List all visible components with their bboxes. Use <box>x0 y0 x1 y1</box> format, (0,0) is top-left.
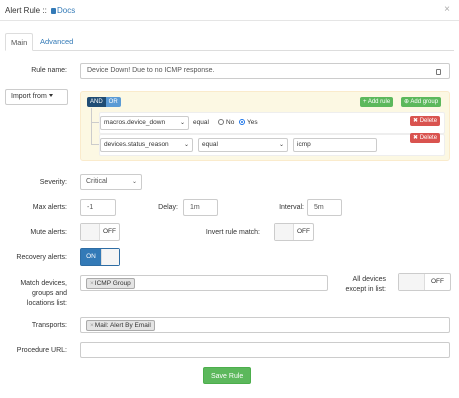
delay-value: 1m <box>190 204 200 211</box>
invert-rule-label: Invert rule match: <box>205 229 260 236</box>
tag-label: ICMP Group <box>94 280 131 287</box>
tab-advanced[interactable]: Advanced <box>35 33 78 51</box>
book-icon <box>51 8 57 14</box>
query-builder: AND OR + Add rule ⊕ Add group macros.dev… <box>80 91 450 161</box>
match-devices-label-line: locations list: <box>26 300 67 307</box>
interval-input[interactable]: 5m <box>307 199 342 216</box>
save-rule-button[interactable]: Save Rule <box>203 367 252 384</box>
docs-link[interactable]: Docs <box>57 6 75 15</box>
selected-tag: ×Mail: Alert By Email <box>86 320 155 331</box>
selected-tag: ×ICMP Group <box>86 278 135 289</box>
radio-no[interactable]: No <box>218 119 234 126</box>
procedure-url-label: Procedure URL: <box>16 347 67 354</box>
toggle-state: OFF <box>103 228 116 235</box>
delete-rule-button[interactable]: ✖ Delete <box>410 116 441 126</box>
mute-alerts-toggle[interactable]: OFF <box>80 223 120 241</box>
interval-value: 5m <box>314 204 324 211</box>
rule-operator-label: equal <box>193 119 209 126</box>
toggle-state: ON <box>81 249 101 265</box>
all-devices-except-label: All devices except in list: <box>330 275 386 295</box>
add-group-button[interactable]: ⊕ Add group <box>401 97 442 107</box>
close-icon[interactable]: × <box>444 4 450 15</box>
rule-row: macros.device_down ⌄ equal No Yes ✖ Dele… <box>99 112 445 134</box>
radio-yes[interactable]: Yes <box>239 119 258 126</box>
radio-yes-label: Yes <box>247 119 258 126</box>
and-or-toggle: AND OR <box>87 97 121 107</box>
chevron-down-icon: ⌄ <box>131 179 137 185</box>
recovery-alerts-toggle[interactable]: ON <box>80 248 120 266</box>
remove-tag-icon[interactable]: × <box>90 322 94 329</box>
or-button[interactable]: OR <box>105 97 121 107</box>
rule-field-value: macros.device_down <box>104 119 166 126</box>
toggle-knob <box>275 224 294 240</box>
caret-down-icon <box>48 94 53 97</box>
delete-rule-button[interactable]: ✖ Delete <box>410 133 441 143</box>
import-from-dropdown[interactable]: Import from <box>5 89 68 105</box>
rule-row: devices.status_reason ⌄ equal ⌄ icmp ✖ D… <box>99 133 445 156</box>
match-devices-label-line: Match devices, <box>20 280 67 287</box>
radio-on-icon <box>239 119 245 125</box>
severity-value: Critical <box>86 178 108 185</box>
radio-no-label: No <box>226 119 235 126</box>
modal-title-text: Alert Rule :: <box>5 6 50 15</box>
delay-label: Delay: <box>158 204 178 211</box>
all-devices-except-label-line: except in list: <box>345 286 386 293</box>
mute-alerts-label: Mute alerts: <box>30 229 67 236</box>
rule-field-select[interactable]: devices.status_reason ⌄ <box>100 138 193 152</box>
toggle-knob <box>81 224 100 240</box>
interval-label: Interval: <box>279 204 304 211</box>
tag-label: Mail: Alert By Email <box>94 322 151 329</box>
import-from-label: Import from <box>11 93 47 100</box>
chevron-down-icon: ⌄ <box>179 120 185 126</box>
rule-operator-select[interactable]: equal ⌄ <box>198 138 288 152</box>
match-devices-label: Match devices, groups and locations list… <box>5 279 67 309</box>
recovery-alerts-label: Recovery alerts: <box>16 254 67 261</box>
severity-select[interactable]: Critical ⌄ <box>80 174 142 190</box>
all-devices-except-toggle[interactable]: OFF <box>398 273 451 291</box>
chevron-down-icon: ⌄ <box>183 142 189 148</box>
toggle-state: OFF <box>431 278 444 285</box>
tab-bar: Main Advanced <box>5 33 454 51</box>
rule-name-label: Rule name: <box>31 67 67 74</box>
severity-label: Severity: <box>39 179 67 186</box>
add-rule-button[interactable]: + Add rule <box>360 97 394 107</box>
invert-rule-toggle[interactable]: OFF <box>274 223 314 241</box>
toggle-knob <box>399 274 425 290</box>
radio-off-icon <box>218 119 224 125</box>
procedure-url-input[interactable] <box>80 342 450 358</box>
all-devices-except-label-line: All devices <box>352 276 386 283</box>
and-button[interactable]: AND <box>87 97 106 107</box>
tree-connector <box>91 122 99 123</box>
max-alerts-label: Max alerts: <box>32 204 67 211</box>
match-devices-label-line: groups and <box>31 290 67 297</box>
tree-connector <box>91 108 92 144</box>
match-devices-select[interactable]: ×ICMP Group <box>80 275 328 291</box>
transports-select[interactable]: ×Mail: Alert By Email <box>80 317 450 333</box>
chevron-down-icon: ⌄ <box>278 142 284 148</box>
max-alerts-value: -1 <box>87 204 94 211</box>
tab-main[interactable]: Main <box>5 33 34 51</box>
remove-tag-icon[interactable]: × <box>90 280 94 287</box>
rule-value-text: icmp <box>297 141 311 148</box>
rule-field-select[interactable]: macros.device_down ⌄ <box>100 116 189 130</box>
rule-name-value: Device Down! Due to no ICMP response. <box>87 67 215 74</box>
delay-input[interactable]: 1m <box>183 199 218 216</box>
rule-value-input[interactable]: icmp <box>293 138 377 152</box>
rule-name-input[interactable]: Device Down! Due to no ICMP response. <box>80 63 450 79</box>
toggle-state: OFF <box>297 228 310 235</box>
toggle-knob <box>101 249 119 265</box>
tree-connector <box>91 144 99 145</box>
modal-title: Alert Rule :: Docs <box>5 6 75 15</box>
max-alerts-input[interactable]: -1 <box>80 199 116 216</box>
field-list-icon <box>436 67 441 76</box>
rule-field-value: devices.status_reason <box>104 141 169 148</box>
rule-operator-value: equal <box>202 141 218 148</box>
transports-label: Transports: <box>31 322 67 329</box>
